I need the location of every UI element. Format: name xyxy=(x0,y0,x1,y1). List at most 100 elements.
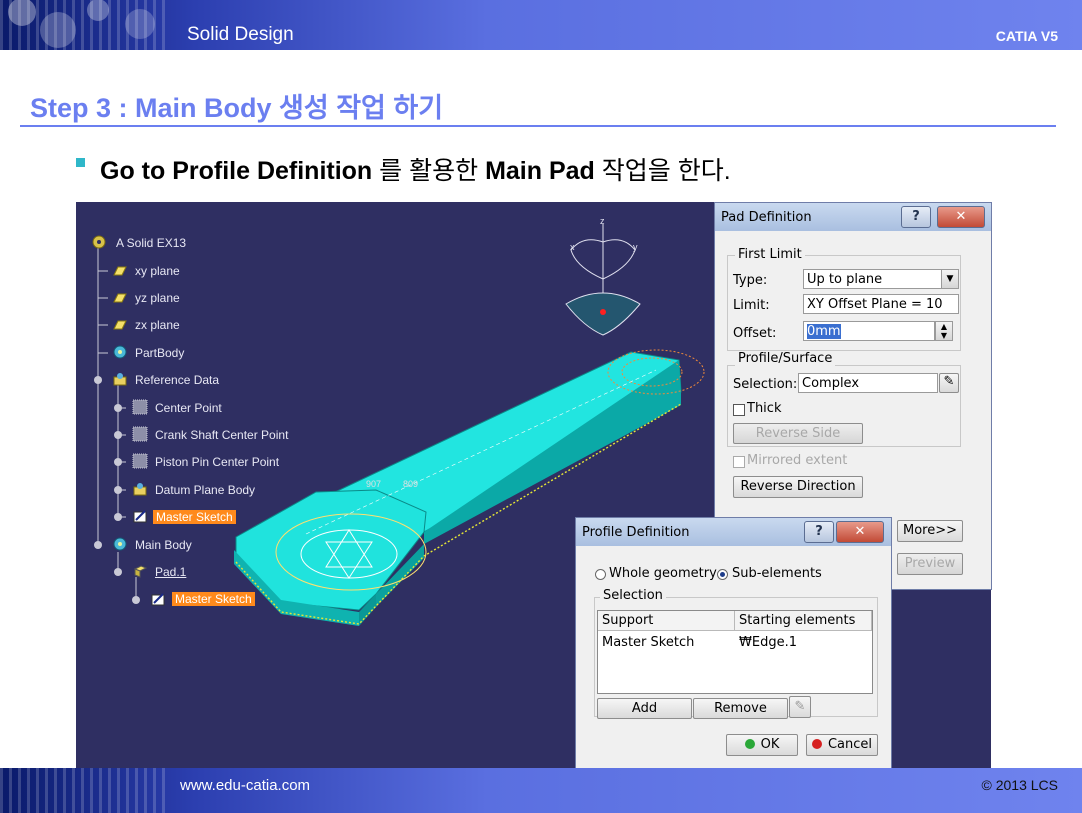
table-cell-support[interactable]: Master Sketch xyxy=(602,635,694,650)
header-title: Solid Design xyxy=(187,24,294,45)
bullet-end: 작업을 한다. xyxy=(594,157,731,185)
thick-label: Thick xyxy=(747,401,782,416)
selection-group-label: Selection xyxy=(600,588,666,603)
tree-item-part[interactable]: A Solid EX13 xyxy=(116,236,186,250)
point-icon xyxy=(132,426,148,442)
close-button[interactable]: ✕ xyxy=(836,521,884,543)
header-bubbles-decoration xyxy=(8,0,155,48)
remove-button[interactable]: Remove xyxy=(693,698,788,719)
footer-copyright: © 2013 LCS xyxy=(981,777,1058,793)
type-label: Type: xyxy=(733,273,768,288)
help-button[interactable]: ? xyxy=(901,206,931,228)
close-button[interactable]: ✕ xyxy=(937,206,985,228)
selection-table[interactable]: Support Starting elements Master Sketch … xyxy=(597,610,873,694)
column-header-support[interactable]: Support xyxy=(598,611,735,631)
sub-elements-radio[interactable] xyxy=(717,569,728,580)
svg-text:z: z xyxy=(600,216,605,226)
dimension-label-2: 809 xyxy=(403,479,418,489)
more-button[interactable]: More>> xyxy=(897,520,963,542)
reverse-direction-button[interactable]: Reverse Direction xyxy=(733,476,863,498)
specification-tree[interactable]: A Solid EX13 xy plane yz plane zx plane … xyxy=(76,202,376,768)
reverse-side-button[interactable]: Reverse Side xyxy=(733,423,863,444)
ok-green-icon xyxy=(744,739,755,749)
pad-icon xyxy=(133,565,148,578)
plane-icon xyxy=(113,320,127,330)
limit-field[interactable]: XY Offset Plane = 10 xyxy=(803,294,959,314)
tree-item-xy-plane[interactable]: xy plane xyxy=(135,264,180,278)
point-icon xyxy=(132,453,148,469)
tree-item-yz-plane[interactable]: yz plane xyxy=(135,291,180,305)
offset-spinner[interactable]: ▲ ▼ xyxy=(935,321,953,341)
tree-item-pad-master-sketch[interactable]: Master Sketch xyxy=(172,592,255,606)
add-button[interactable]: Add xyxy=(597,698,692,719)
first-limit-label: First Limit xyxy=(735,247,805,262)
preview-button[interactable]: Preview xyxy=(897,553,963,575)
bullet-bold-1: Go to Profile Definition xyxy=(100,157,373,185)
bullet-text: Go to Profile Definition 를 활용한 Main Pad … xyxy=(100,151,731,187)
whole-geometry-label: Whole geometry xyxy=(609,566,717,581)
tree-item-center-point[interactable]: Center Point xyxy=(155,401,222,415)
type-select[interactable]: Up to plane xyxy=(803,269,959,289)
offset-field[interactable]: 0mm xyxy=(803,321,935,341)
sketch-icon xyxy=(133,510,147,523)
body-gear-icon xyxy=(113,345,127,359)
table-cell-starting[interactable]: ₩Edge.1 xyxy=(739,635,797,650)
profile-surface-label: Profile/Surface xyxy=(735,351,836,366)
sketcher-edit-icon[interactable]: ✎ xyxy=(939,373,959,393)
bullet-bold-2: Main Pad xyxy=(485,157,595,185)
help-button[interactable]: ? xyxy=(804,521,834,543)
sub-elements-label: Sub-elements xyxy=(732,566,822,581)
pad-dialog-titlebar[interactable]: Pad Definition ? ✕ xyxy=(715,203,991,231)
mirrored-extent-label: Mirrored extent xyxy=(747,453,848,468)
footer-decoration xyxy=(0,768,170,813)
offset-label: Offset: xyxy=(733,326,777,341)
footer-url: www.edu-catia.com xyxy=(180,777,311,794)
point-icon xyxy=(132,399,148,415)
part-gear-icon xyxy=(92,235,106,249)
svg-text:y: y xyxy=(633,242,638,252)
profile-definition-dialog[interactable]: Profile Definition ? ✕ Whole geometry Su… xyxy=(575,517,892,769)
plane-icon xyxy=(113,266,127,276)
tree-item-reference-data[interactable]: Reference Data xyxy=(135,373,219,387)
tree-item-datum-plane-body[interactable]: Datum Plane Body xyxy=(155,483,255,497)
tree-item-master-sketch-selected[interactable]: Master Sketch xyxy=(153,510,236,524)
cancel-label: Cancel xyxy=(827,737,873,752)
chevron-down-icon[interactable]: ▼ xyxy=(941,269,959,289)
profile-dialog-title: Profile Definition xyxy=(582,525,690,540)
whole-geometry-radio[interactable] xyxy=(595,569,606,580)
tree-item-partbody[interactable]: PartBody xyxy=(135,346,184,360)
tree-item-pad[interactable]: Pad.1 xyxy=(155,565,186,579)
tree-item-main-body[interactable]: Main Body xyxy=(135,538,192,552)
thick-checkbox[interactable] xyxy=(733,404,745,416)
bullet-square-icon xyxy=(76,158,85,167)
header-band: Solid Design CATIA V5 xyxy=(0,0,1082,50)
ok-button[interactable]: OK xyxy=(726,734,798,756)
sketch-icon xyxy=(151,593,165,606)
offset-value: 0mm xyxy=(807,324,841,339)
ok-label: OK xyxy=(760,737,780,752)
limit-label: Limit: xyxy=(733,298,770,313)
cancel-red-icon xyxy=(811,739,822,749)
mirrored-extent-checkbox[interactable] xyxy=(733,456,745,468)
footer-band: www.edu-catia.com © 2013 LCS xyxy=(0,768,1082,813)
edit-element-icon[interactable]: ✎ xyxy=(789,696,811,718)
plane-icon xyxy=(113,293,127,303)
tree-item-piston-pin-center-point[interactable]: Piston Pin Center Point xyxy=(155,455,279,469)
selection-label: Selection: xyxy=(733,377,798,392)
header-product-label: CATIA V5 xyxy=(995,28,1058,44)
geometrical-set-icon xyxy=(133,483,147,496)
compass-widget[interactable]: z x y xyxy=(565,216,641,336)
body-gear-icon xyxy=(113,537,127,551)
selection-field[interactable]: Complex xyxy=(798,373,938,393)
title-divider xyxy=(20,125,1056,127)
svg-text:x: x xyxy=(570,242,575,252)
tree-item-crank-shaft-center-point[interactable]: Crank Shaft Center Point xyxy=(155,428,288,442)
column-header-starting-elements[interactable]: Starting elements xyxy=(735,611,872,631)
profile-dialog-titlebar[interactable]: Profile Definition ? ✕ xyxy=(576,518,891,546)
pad-dialog-title: Pad Definition xyxy=(721,210,812,225)
bullet-mid: 를 활용한 xyxy=(372,157,486,185)
tree-item-zx-plane[interactable]: zx plane xyxy=(135,318,180,332)
cancel-button[interactable]: Cancel xyxy=(806,734,878,756)
geometrical-set-icon xyxy=(113,373,127,386)
slide-title: Step 3 : Main Body 생성 작업 하기 xyxy=(30,93,444,123)
